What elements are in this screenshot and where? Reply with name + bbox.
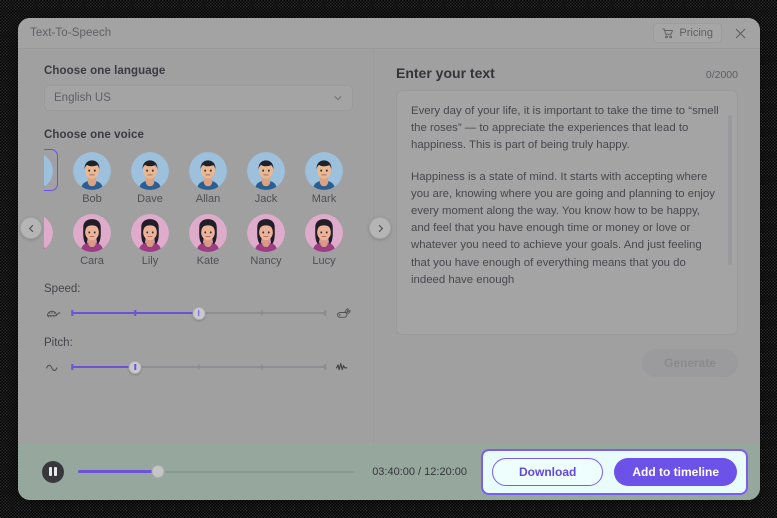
playback-slider[interactable] xyxy=(78,465,355,479)
dialog-title: Text-To-Speech xyxy=(30,27,112,39)
voice-card-cara[interactable]: Cara xyxy=(68,211,116,267)
text-paragraph-2: Happiness is a state of mind. It starts … xyxy=(411,170,715,286)
voice-name: Lily xyxy=(141,255,159,267)
pricing-label: Pricing xyxy=(679,27,713,39)
carousel-prev-button[interactable] xyxy=(20,217,42,239)
action-buttons-highlight: Download Add to timeline xyxy=(481,448,748,495)
pause-icon xyxy=(49,463,57,481)
character-counter: 0/2000 xyxy=(705,69,738,81)
voice-card-partial[interactable] xyxy=(44,149,58,191)
turtle-icon xyxy=(44,305,63,321)
voice-card-jack[interactable]: Jack xyxy=(242,149,290,205)
voice-carousel: Bob Dave Allan Jack Mark Cara Lily Kate Nancy Lu… xyxy=(20,149,391,267)
close-icon xyxy=(735,28,746,39)
speed-label: Speed: xyxy=(44,283,81,295)
avatar xyxy=(73,152,111,190)
voice-card-allan[interactable]: Allan xyxy=(184,149,232,205)
voice-card-mark[interactable]: Mark xyxy=(300,149,348,205)
slider-tick xyxy=(71,310,73,316)
voice-name: Bob xyxy=(82,193,102,205)
slider-tick xyxy=(134,364,136,370)
sine-wave-icon xyxy=(44,359,63,375)
speed-slider[interactable] xyxy=(71,306,326,320)
pitch-slider[interactable] xyxy=(71,360,326,374)
text-pane: Enter your text 0/2000 Every day of your… xyxy=(374,49,760,443)
speed-control: Speed: xyxy=(44,283,353,321)
avatar xyxy=(73,214,111,252)
slider-tick xyxy=(197,310,200,316)
enter-text-title: Enter your text xyxy=(396,65,495,81)
slider-tick xyxy=(134,310,136,316)
avatar xyxy=(189,152,227,190)
voice-card-lily[interactable]: Lily xyxy=(126,211,174,267)
avatar xyxy=(247,214,285,252)
dialog-titlebar: Text-To-Speech Pricing xyxy=(18,18,760,49)
settings-pane: Choose one language English US Choose on… xyxy=(18,49,391,443)
language-label: Choose one language xyxy=(44,65,166,77)
voice-name: Nancy xyxy=(250,255,282,267)
voice-card-lucy[interactable]: Lucy xyxy=(300,211,348,267)
playback-thumb[interactable] xyxy=(151,465,165,478)
voice-name: Lucy xyxy=(312,255,336,267)
voice-row-female: Cara Lily Kate Nancy Lucy xyxy=(44,211,353,267)
textarea-scrollbar[interactable] xyxy=(728,115,732,265)
avatar xyxy=(189,214,227,252)
close-button[interactable] xyxy=(730,23,750,43)
slider-tick xyxy=(261,310,263,316)
voice-name: Kate xyxy=(196,255,220,267)
download-button[interactable]: Download xyxy=(492,457,604,486)
voice-card-partial[interactable] xyxy=(44,211,58,252)
waveform-icon xyxy=(334,359,353,375)
voice-row-male: Bob Dave Allan Jack Mark xyxy=(44,149,353,205)
chevron-right-icon xyxy=(376,224,385,233)
time-display: 03:40:00 / 12:20:00 xyxy=(372,465,467,478)
avatar xyxy=(305,152,343,190)
slider-tick xyxy=(197,364,200,370)
chevron-down-icon xyxy=(333,93,343,103)
dialog-body: Choose one language English US Choose on… xyxy=(18,49,760,443)
slider-tick xyxy=(324,364,326,370)
pitch-track-fill xyxy=(72,365,136,369)
avatar xyxy=(305,214,343,252)
rabbit-icon xyxy=(334,305,353,321)
voice-name: Dave xyxy=(137,193,163,205)
shopping-cart-icon xyxy=(662,28,674,39)
voice-name: Mark xyxy=(311,193,337,205)
slider-tick xyxy=(324,310,326,316)
pitch-label: Pitch: xyxy=(44,337,73,349)
text-input-area[interactable]: Every day of your life, it is important … xyxy=(396,90,738,335)
chevron-left-icon xyxy=(27,224,36,233)
slider-tick xyxy=(71,364,73,370)
text-paragraph-1: Every day of your life, it is important … xyxy=(411,105,719,152)
voice-card-nancy[interactable]: Nancy xyxy=(242,211,290,267)
voice-label: Choose one voice xyxy=(44,129,145,141)
avatar xyxy=(247,152,285,190)
generate-button[interactable]: Generate xyxy=(642,349,738,377)
slider-tick xyxy=(261,364,263,370)
text-to-speech-dialog: Text-To-Speech Pricing Choose one langua… xyxy=(18,18,760,500)
add-to-timeline-button[interactable]: Add to timeline xyxy=(614,457,737,486)
voice-card-kate[interactable]: Kate xyxy=(184,211,232,267)
avatar xyxy=(131,152,169,190)
pitch-control: Pitch: xyxy=(44,337,353,375)
voice-card-dave[interactable]: Dave xyxy=(126,149,174,205)
player-bar: 03:40:00 / 12:20:00 Download Add to time… xyxy=(18,443,760,500)
pause-button[interactable] xyxy=(42,460,64,483)
voice-name: Jack xyxy=(254,193,278,205)
carousel-next-button[interactable] xyxy=(369,217,391,239)
voice-name: Cara xyxy=(80,255,104,267)
text-content: Every day of your life, it is important … xyxy=(411,103,721,289)
voice-grid: Bob Dave Allan Jack Mark Cara Lily Kate Nancy Lu… xyxy=(44,149,353,267)
language-select[interactable]: English US xyxy=(44,85,353,111)
avatar xyxy=(131,214,169,252)
voice-card-bob[interactable]: Bob xyxy=(68,149,116,205)
pricing-button[interactable]: Pricing xyxy=(653,23,722,43)
language-value: English US xyxy=(54,92,111,104)
playback-track-fill xyxy=(78,470,159,473)
voice-name: Allan xyxy=(195,193,221,205)
